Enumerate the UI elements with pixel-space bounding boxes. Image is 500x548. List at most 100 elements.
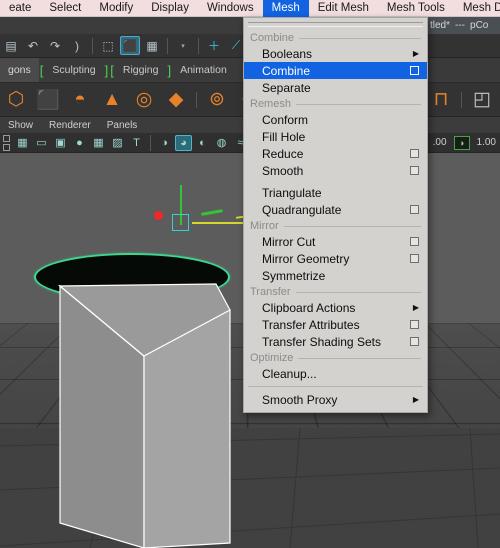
menu-item-label: Separate <box>262 80 311 95</box>
option-box-icon[interactable] <box>410 254 419 263</box>
option-box-icon[interactable] <box>410 205 419 214</box>
poly-cylinder-icon[interactable]: ◓ <box>66 86 94 114</box>
ao-icon[interactable]: ◍ <box>213 135 230 151</box>
manipulator-center-handle[interactable] <box>172 214 189 231</box>
lighting-default-icon[interactable]: ◑ <box>156 135 173 151</box>
menu-item-fill-hole[interactable]: Fill Hole <box>244 128 427 145</box>
menubar-item-modify[interactable]: Modify <box>90 0 142 17</box>
menu-section-label: Remesh <box>250 98 291 110</box>
menubar-item-edit-mesh[interactable]: Edit Mesh <box>309 0 378 17</box>
manipulator-z-axis[interactable] <box>200 209 224 216</box>
undo-icon[interactable]: ↶ <box>23 36 43 55</box>
grid-toggle-icon[interactable]: ▦ <box>14 135 31 151</box>
menu-section-label: Optimize <box>250 352 294 364</box>
text-toggle-icon[interactable]: T <box>128 135 145 151</box>
menu-item-label: Clipboard Actions <box>262 300 356 315</box>
four-pane-icon[interactable]: ▦ <box>90 135 107 151</box>
exposure-value-field[interactable]: .00 <box>429 137 451 148</box>
menu-item-transfer-attributes[interactable]: Transfer Attributes <box>244 316 427 333</box>
single-pane-icon[interactable]: ▭ <box>33 135 50 151</box>
boolean-union-icon[interactable]: ⊚ <box>203 86 231 114</box>
image-plane-icon[interactable]: ▨ <box>109 135 126 151</box>
menu-item-triangulate[interactable]: Triangulate <box>244 184 427 201</box>
viewport-menu-panels[interactable]: Panels <box>99 120 146 131</box>
menu-item-booleans[interactable]: Booleans ▶ <box>244 45 427 62</box>
option-box-icon[interactable] <box>410 166 419 175</box>
viewport-menu-renderer[interactable]: Renderer <box>41 120 99 131</box>
menu-item-smooth-proxy[interactable]: Smooth Proxy ▶ <box>244 391 427 408</box>
menubar-item-eate[interactable]: eate <box>0 0 40 17</box>
mesh-dropdown-menu[interactable]: Combine Booleans ▶ Combine Separate Remesh Con… <box>243 17 428 413</box>
menu-item-label: Transfer Shading Sets <box>262 334 381 349</box>
menu-section-header: Combine <box>244 30 427 45</box>
menu-section-header: Transfer <box>244 284 427 299</box>
menu-item-label: Smooth Proxy <box>262 392 338 407</box>
menu-item-clipboard-actions[interactable]: Clipboard Actions ▶ <box>244 299 427 316</box>
document-name: tled* <box>430 20 451 31</box>
poly-cube-icon[interactable]: ⬛ <box>34 86 62 114</box>
menu-item-label: Transfer Attributes <box>262 317 360 332</box>
option-box-icon[interactable] <box>410 66 419 75</box>
shelf-tab-animation[interactable]: Animation <box>172 58 235 82</box>
menu-section-label: Mirror <box>250 220 279 232</box>
snap-dropdown-caret-icon[interactable]: ▾ <box>173 36 193 55</box>
menubar-item-mesh-displ[interactable]: Mesh Displ <box>454 0 500 17</box>
menu-item-mirror-cut[interactable]: Mirror Cut <box>244 233 427 250</box>
option-box-icon[interactable] <box>410 320 419 329</box>
snap-grid-icon[interactable]: ＋ <box>204 36 224 55</box>
menubar-item-mesh-tools[interactable]: Mesh Tools <box>378 0 454 17</box>
option-box-icon[interactable] <box>410 237 419 246</box>
menu-item-smooth[interactable]: Smooth <box>244 162 427 179</box>
gamma-value-field[interactable]: 1.00 <box>473 137 500 148</box>
menu-item-combine[interactable]: Combine <box>244 62 427 79</box>
toolbar-divider <box>167 37 168 54</box>
viewport-menu-show[interactable]: Show <box>0 120 41 131</box>
menu-item-label: Booleans <box>262 46 313 61</box>
option-box-icon[interactable] <box>410 149 419 158</box>
menu-item-transfer-shading-sets[interactable]: Transfer Shading Sets <box>244 333 427 350</box>
menubar-item-windows[interactable]: Windows <box>198 0 263 17</box>
smooth-shade-icon[interactable]: ● <box>71 135 88 151</box>
menu-item-mirror-geometry[interactable]: Mirror Geometry <box>244 250 427 267</box>
menu-item-reduce[interactable]: Reduce <box>244 145 427 162</box>
menubar-item-display[interactable]: Display <box>142 0 198 17</box>
menu-item-conform[interactable]: Conform <box>244 111 427 128</box>
shelf-tab-gons[interactable]: gons <box>0 58 39 82</box>
shelf-divider <box>196 91 197 108</box>
checkbox-pair-left[interactable] <box>3 134 10 151</box>
manipulator-pivot-icon[interactable] <box>154 211 163 220</box>
gamma-toggle-icon[interactable]: ◑ <box>453 135 470 150</box>
poly-torus-icon[interactable]: ◎ <box>130 86 158 114</box>
menubar-item-select[interactable]: Select <box>40 0 90 17</box>
menu-tearoff-handle[interactable] <box>248 22 423 27</box>
menu-item-separate[interactable]: Separate <box>244 79 427 96</box>
redo-icon[interactable]: ↷ <box>45 36 65 55</box>
menu-section-rule <box>283 225 421 227</box>
bracket-right-icon[interactable]: ) <box>67 36 87 55</box>
menubar-item-mesh[interactable]: Mesh <box>262 0 309 17</box>
save-icon[interactable]: ▤ <box>1 36 21 55</box>
bridge-icon[interactable]: ⊓ <box>427 86 455 114</box>
option-box-icon[interactable] <box>410 337 419 346</box>
append-poly-icon[interactable]: ◰ <box>468 86 496 114</box>
select-object-icon[interactable]: ⬛ <box>120 36 140 55</box>
menu-section-header: Mirror <box>244 218 427 233</box>
textured-view-icon[interactable]: ▣ <box>52 135 69 151</box>
move-manipulator[interactable] <box>148 185 263 245</box>
menu-item-quadrangulate[interactable]: Quadrangulate <box>244 201 427 218</box>
poly-sphere-icon[interactable]: ⬡ <box>2 86 30 114</box>
poly-plane-icon[interactable]: ◆ <box>162 86 190 114</box>
lighting-all-icon[interactable]: ◕ <box>175 134 192 151</box>
select-component-icon[interactable]: ▦ <box>142 36 162 55</box>
shadows-icon[interactable]: ◐ <box>194 135 211 151</box>
menu-item-cleanup[interactable]: Cleanup... <box>244 365 427 382</box>
application-menubar: eate Select Modify Display Windows Mesh Edit M… <box>0 0 500 17</box>
poly-cone-icon[interactable]: ▲ <box>98 86 126 114</box>
selected-object-name: pCo <box>470 20 489 31</box>
select-hierarchy-icon[interactable]: ⬚ <box>98 36 118 55</box>
shelf-tab-rigging[interactable]: Rigging <box>115 58 167 82</box>
menu-item-symmetrize[interactable]: Symmetrize <box>244 267 427 284</box>
cube-object[interactable] <box>20 278 270 548</box>
shelf-tab-sculpting[interactable]: Sculpting <box>44 58 103 82</box>
menu-item-label: Mirror Cut <box>262 234 316 249</box>
